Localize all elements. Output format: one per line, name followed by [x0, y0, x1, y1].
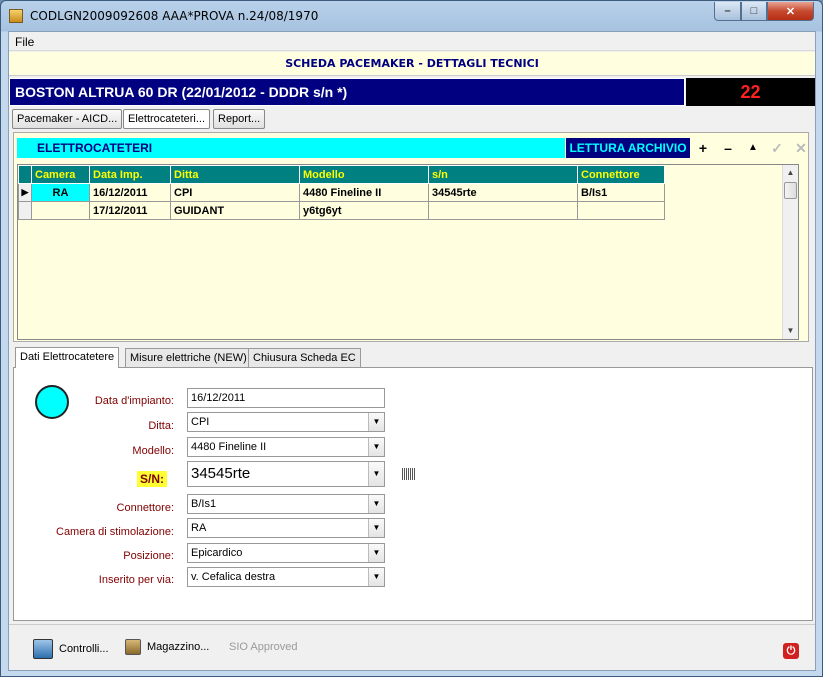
- chevron-down-icon[interactable]: ▼: [368, 495, 384, 513]
- posizione-label: Posizione:: [123, 550, 174, 562]
- title-bar: CODLGN2009092608 AAA*PROVA n.24/08/1970 …: [1, 1, 822, 31]
- sn-value: 34545rte: [191, 465, 251, 482]
- col-connettore[interactable]: Connettore: [577, 165, 665, 184]
- detail-tabs: Dati Elettrocatetere Misure elettriche (…: [13, 347, 813, 368]
- table-cell[interactable]: y6tg6yt: [299, 201, 429, 220]
- col-data-imp[interactable]: Data Imp.: [89, 165, 171, 184]
- table-cell[interactable]: [31, 201, 90, 220]
- barcode-icon[interactable]: [402, 468, 416, 480]
- connettore-value: B/Is1: [191, 498, 217, 510]
- posizione-value: Epicardico: [191, 547, 243, 559]
- ditta-value: CPI: [191, 416, 210, 428]
- tab-misure-elettriche[interactable]: Misure elettriche (NEW): [125, 348, 252, 368]
- menu-bar: File: [9, 32, 815, 51]
- table-cell[interactable]: CPI: [170, 183, 300, 202]
- grid-scrollbar[interactable]: ▲ ▼: [782, 165, 798, 339]
- grid-header-row: Camera Data Imp. Ditta Modello s/n Conne…: [18, 165, 665, 184]
- app-icon: [9, 9, 23, 23]
- chevron-down-icon[interactable]: ▼: [368, 462, 384, 486]
- chevron-down-icon[interactable]: ▼: [368, 438, 384, 456]
- table-cell[interactable]: [577, 201, 665, 220]
- ditta-select[interactable]: CPI ▼: [187, 412, 385, 432]
- camera-select[interactable]: RA ▼: [187, 518, 385, 538]
- table-cell[interactable]: 16/12/2011: [89, 183, 171, 202]
- lettura-archivio-button[interactable]: LETTURA ARCHIVIO: [566, 138, 690, 158]
- magazzino-label: Magazzino...: [147, 641, 210, 653]
- scroll-up-icon[interactable]: ▲: [783, 165, 798, 181]
- chevron-down-icon[interactable]: ▼: [368, 413, 384, 431]
- box-icon: [125, 639, 141, 655]
- chevron-down-icon[interactable]: ▼: [368, 519, 384, 537]
- via-label: Inserito per via:: [98, 574, 174, 586]
- scroll-thumb[interactable]: [784, 182, 797, 199]
- menu-file[interactable]: File: [15, 35, 34, 49]
- camera-label: Camera di stimolazione:: [56, 526, 174, 538]
- minimize-button[interactable]: –: [714, 2, 741, 21]
- modello-select[interactable]: 4480 Fineline II ▼: [187, 437, 385, 457]
- check-icon[interactable]: ✓: [766, 138, 788, 158]
- table-cell[interactable]: 34545rte: [428, 183, 578, 202]
- cancel-icon[interactable]: ✕: [790, 138, 812, 158]
- monitor-icon: [33, 639, 53, 659]
- client-area: File SCHEDA PACEMAKER - DETTAGLI TECNICI…: [8, 31, 816, 671]
- controlli-button[interactable]: Controlli...: [33, 639, 109, 659]
- table-cell[interactable]: GUIDANT: [170, 201, 300, 220]
- connettore-label: Connettore:: [116, 502, 174, 514]
- tab-report[interactable]: Report...: [213, 109, 266, 129]
- table-cell[interactable]: RA: [31, 183, 90, 202]
- elettrocateteri-grid: Camera Data Imp. Ditta Modello s/n Conne…: [17, 164, 799, 340]
- via-value: v. Cefalica destra: [191, 571, 276, 583]
- modello-value: 4480 Fineline II: [191, 441, 267, 453]
- tab-dati-elettrocatetere[interactable]: Dati Elettrocatetere: [15, 347, 120, 368]
- table-cell[interactable]: 17/12/2011: [89, 201, 171, 220]
- data-impianto-field[interactable]: 16/12/2011: [187, 388, 385, 408]
- sn-label: S/N:: [137, 471, 167, 487]
- bottom-toolbar: Controlli... Magazzino... SIO Approved ⏻: [9, 624, 815, 670]
- tab-elettrocateteri[interactable]: Elettrocateteri...: [123, 109, 211, 129]
- chevron-down-icon[interactable]: ▼: [368, 544, 384, 562]
- sn-select[interactable]: 34545rte ▼: [187, 461, 385, 487]
- maximize-button[interactable]: □: [741, 2, 767, 21]
- data-impianto-label: Data d'impianto:: [94, 395, 174, 407]
- table-row[interactable]: 17/12/2011 GUIDANT y6tg6yt: [18, 201, 665, 220]
- tab-pacemaker-aicd[interactable]: Pacemaker - AICD...: [12, 109, 123, 129]
- chevron-down-icon[interactable]: ▼: [368, 568, 384, 586]
- device-label: BOSTON ALTRUA 60 DR (22/01/2012 - DDDR s…: [9, 78, 685, 106]
- up-icon[interactable]: ▲: [742, 138, 764, 158]
- sio-approved-label: SIO Approved: [229, 641, 298, 653]
- scroll-down-icon[interactable]: ▼: [783, 323, 798, 339]
- col-modello[interactable]: Modello: [299, 165, 429, 184]
- table-row[interactable]: ▶ RA 16/12/2011 CPI 4480 Fineline II 345…: [18, 183, 665, 202]
- via-select[interactable]: v. Cefalica destra ▼: [187, 567, 385, 587]
- row-indicator-icon: ▶: [18, 183, 32, 202]
- connettore-select[interactable]: B/Is1 ▼: [187, 494, 385, 514]
- add-icon[interactable]: +: [692, 138, 714, 158]
- table-cell[interactable]: B/Is1: [577, 183, 665, 202]
- section-title: ELETTROCATETERI: [17, 138, 565, 158]
- table-cell[interactable]: [428, 201, 578, 220]
- power-icon[interactable]: ⏻: [783, 643, 799, 659]
- main-window: CODLGN2009092608 AAA*PROVA n.24/08/1970 …: [0, 0, 823, 677]
- posizione-select[interactable]: Epicardico ▼: [187, 543, 385, 563]
- camera-value: RA: [191, 522, 207, 534]
- col-sn[interactable]: s/n: [428, 165, 578, 184]
- modello-label: Modello:: [132, 445, 174, 457]
- close-button[interactable]: ✕: [767, 2, 814, 21]
- remove-icon[interactable]: –: [717, 138, 739, 158]
- ditta-label: Ditta:: [148, 420, 174, 432]
- col-camera[interactable]: Camera: [31, 165, 90, 184]
- col-ditta[interactable]: Ditta: [170, 165, 300, 184]
- window-title: CODLGN2009092608 AAA*PROVA n.24/08/1970: [30, 9, 319, 23]
- controlli-label: Controlli...: [59, 643, 109, 655]
- counter-display: 22: [686, 78, 815, 106]
- magazzino-button[interactable]: Magazzino...: [125, 639, 209, 655]
- table-cell[interactable]: 4480 Fineline II: [299, 183, 429, 202]
- detail-panel: Data d'impianto: 16/12/2011 Ditta: CPI ▼ …: [13, 367, 813, 621]
- elettrocateteri-panel: ELETTROCATETERI LETTURA ARCHIVIO + – ▲ ✓…: [13, 132, 809, 342]
- tab-chiusura-scheda[interactable]: Chiusura Scheda EC: [248, 348, 361, 368]
- page-title: SCHEDA PACEMAKER - DETTAGLI TECNICI: [9, 52, 815, 76]
